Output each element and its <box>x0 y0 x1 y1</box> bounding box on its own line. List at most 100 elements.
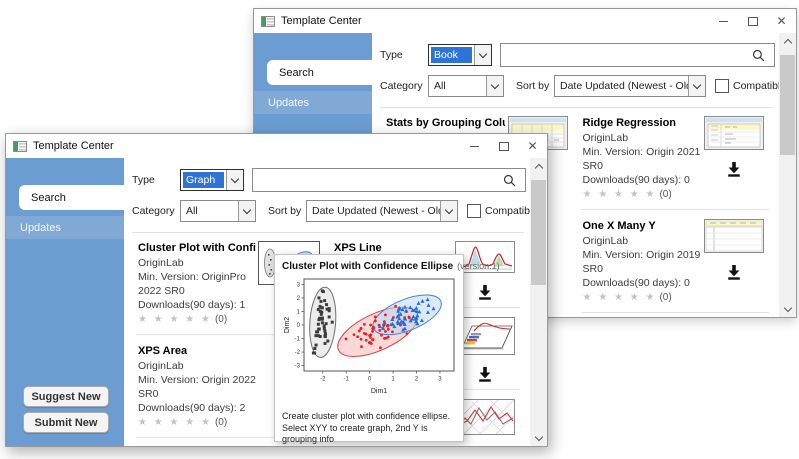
svg-text:3: 3 <box>438 377 442 383</box>
window-title: Template Center <box>33 140 114 152</box>
compatible-checkbox[interactable] <box>715 79 729 93</box>
sortby-combobox[interactable]: Date Updated (Newest - Oldest) <box>306 200 458 222</box>
close-button[interactable]: ✕ <box>518 134 547 158</box>
titlebar[interactable]: Template Center ✕ <box>254 9 796 33</box>
search-icon <box>752 49 764 61</box>
download-button[interactable] <box>726 265 742 280</box>
type-combobox[interactable]: Graph <box>180 169 244 191</box>
search-box <box>252 168 526 192</box>
template-item: One X Many Y OriginLab Min. Version: Ori… <box>580 210 769 313</box>
download-icon <box>728 162 740 177</box>
combo-chevron-icon <box>688 76 705 96</box>
item-min-version: Min. Version: Origin 2019 SR0 <box>582 249 701 275</box>
item-author: OriginLab <box>582 132 629 144</box>
svg-text:-1: -1 <box>295 337 301 343</box>
item-rating-count: (0) <box>659 292 672 303</box>
worksheet-thumbnail[interactable] <box>704 116 764 150</box>
item-rating-count: (0) <box>214 417 228 428</box>
compatible-label: Compatible <box>733 80 779 92</box>
svg-text:1: 1 <box>297 309 301 315</box>
search-input[interactable] <box>253 169 493 191</box>
tab-updates[interactable]: Updates <box>254 91 372 114</box>
search-button[interactable] <box>742 44 774 66</box>
type-combobox[interactable]: Book <box>428 44 492 66</box>
close-icon: ✕ <box>527 139 538 153</box>
svg-text:-2: -2 <box>320 377 326 383</box>
category-combobox[interactable]: All <box>180 200 256 222</box>
item-title: XPS Line <box>334 242 382 254</box>
svg-text:3: 3 <box>297 282 301 288</box>
tab-updates[interactable]: Updates <box>6 216 124 239</box>
suggest-new-button[interactable]: Suggest New <box>23 386 109 407</box>
svg-text:-1: -1 <box>344 377 350 383</box>
sidebar: Search Updates Suggest New Submit New <box>6 158 124 446</box>
minimize-button[interactable] <box>460 134 489 158</box>
download-button[interactable] <box>726 162 742 177</box>
maximize-button[interactable] <box>738 9 767 33</box>
item-stars: ★ ★ ★ ★ ★ <box>582 292 657 303</box>
compatible-checkbox[interactable] <box>467 204 481 218</box>
minimize-button[interactable] <box>709 9 738 33</box>
combo-chevron-icon <box>238 201 255 221</box>
item-title: One X Many Y <box>582 220 656 232</box>
maximize-icon <box>747 16 758 26</box>
close-button[interactable]: ✕ <box>767 9 796 33</box>
tab-search[interactable]: Search <box>267 60 372 85</box>
scroll-up-button[interactable] <box>530 158 547 175</box>
category-label: Category <box>380 80 423 92</box>
search-input[interactable] <box>501 44 742 66</box>
app-icon <box>261 15 275 27</box>
sortby-label: Sort by <box>268 205 302 217</box>
combo-chevron-icon <box>440 201 457 221</box>
submit-new-button[interactable]: Submit New <box>23 412 109 433</box>
vertical-scrollbar[interactable] <box>530 158 547 446</box>
svg-text:-3: -3 <box>295 364 301 370</box>
maximize-icon <box>498 141 509 151</box>
scroll-thumb[interactable] <box>531 180 546 285</box>
scroll-down-button[interactable] <box>530 429 547 446</box>
scroll-down-button[interactable] <box>779 300 796 317</box>
item-title: Stats by Grouping Column <box>386 117 505 129</box>
preview-popup: Cluster Plot with Confidence Ellipse (ve… <box>274 254 500 444</box>
scroll-up-button[interactable] <box>779 33 796 50</box>
item-stars: ★ ★ ★ ★ ★ <box>138 314 212 325</box>
item-min-version: Min. Version: Origin 2021 SR0 <box>582 146 701 172</box>
svg-text:2: 2 <box>415 377 419 383</box>
item-author: OriginLab <box>138 257 184 269</box>
search-button[interactable] <box>493 169 525 191</box>
item-stars: ★ ★ ★ ★ ★ <box>582 189 657 200</box>
item-stars: ★ ★ ★ ★ ★ <box>138 417 212 428</box>
tab-search[interactable]: Search <box>19 185 124 210</box>
item-rating-count: (0) <box>214 314 228 325</box>
cluster-chart: -2 -1 0 1 2 3 -3 -2 -1 0 1 2 3 Dim1 Dim2 <box>284 278 455 395</box>
chevron-up-icon <box>783 38 792 47</box>
svg-text:2: 2 <box>297 296 301 302</box>
type-label: Type <box>132 174 155 186</box>
xps-area-thumbnail[interactable] <box>455 317 515 355</box>
svg-text:0: 0 <box>368 377 372 383</box>
download-button[interactable] <box>477 367 493 382</box>
worksheet-thumbnail[interactable] <box>704 219 764 253</box>
item-title: Ridge Regression <box>582 117 677 129</box>
download-icon <box>479 367 491 382</box>
item-downloads: Downloads(90 days): 2 <box>138 402 246 414</box>
window-title: Template Center <box>281 15 362 27</box>
download-button[interactable] <box>477 285 493 300</box>
svg-text:-2: -2 <box>295 350 301 356</box>
minimize-icon <box>470 145 479 147</box>
tooltip-title: Cluster Plot with Confidence Ellipse <box>282 261 454 272</box>
item-title: XPS Area <box>138 345 188 357</box>
template-item: Matrix Color OriginLab Min. Version: Ori… <box>581 313 770 317</box>
list-column-right: Ridge Regression OriginLab Min. Version:… <box>577 107 774 317</box>
vertical-scrollbar[interactable] <box>779 33 796 317</box>
front-window: Template Center ✕ Search Updates Suggest… <box>5 133 548 447</box>
maximize-button[interactable] <box>489 134 518 158</box>
svg-text:Dim2: Dim2 <box>284 317 291 333</box>
titlebar[interactable]: Template Center ✕ <box>6 134 547 158</box>
waterfall-thumbnail[interactable] <box>455 399 515 435</box>
scroll-thumb[interactable] <box>780 55 795 155</box>
template-item: Ridge Regression OriginLab Min. Version:… <box>580 107 769 210</box>
type-label: Type <box>380 49 403 61</box>
category-combobox[interactable]: All <box>428 75 504 97</box>
sortby-combobox[interactable]: Date Updated (Newest - Oldest) <box>554 75 706 97</box>
